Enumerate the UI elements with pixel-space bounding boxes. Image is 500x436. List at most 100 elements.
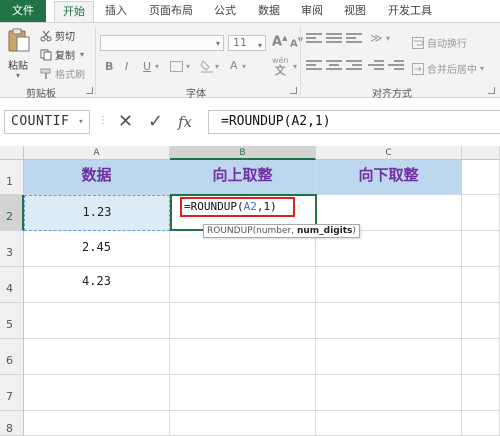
tab-file[interactable]: 文件 [0,0,46,22]
tab-formulas[interactable]: 公式 [214,0,236,22]
cancel-icon[interactable]: ✕ [118,110,133,134]
tab-home[interactable]: 开始 [54,1,94,23]
chevron-down-icon[interactable]: ▾ [78,111,84,133]
cell-d8[interactable] [462,411,500,436]
font-name-combo[interactable]: ▾ [100,35,224,51]
align-middle-icon[interactable] [326,33,342,45]
format-painter-button[interactable]: 格式刷 [40,66,85,81]
cell-a2[interactable]: 1.23 [24,195,170,231]
bold-button[interactable]: B [105,60,113,73]
chevron-down-icon[interactable]: ▾ [215,62,219,71]
cell-b6[interactable] [170,339,316,375]
cell-b4[interactable] [170,267,316,303]
clipboard-dialog-launcher[interactable] [86,87,93,94]
cell-d1[interactable] [462,160,500,195]
copy-button[interactable]: 复制 ▾ [40,47,84,62]
decrease-indent-icon[interactable] [368,60,384,72]
cell-d4[interactable] [462,267,500,303]
column-header-d[interactable] [462,146,500,160]
align-center-icon[interactable] [326,60,342,72]
tooltip-suffix: ) [352,226,356,236]
cell-b5[interactable] [170,303,316,339]
tab-review[interactable]: 审阅 [301,0,323,22]
chevron-down-icon[interactable]: ▾ [155,62,159,71]
chevron-down-icon[interactable]: ▾ [80,50,84,59]
cell-a1[interactable]: 数据 [24,160,170,195]
align-top-icon[interactable] [306,33,322,45]
column-header-b[interactable]: B [170,146,316,160]
tab-page-layout[interactable]: 页面布局 [149,0,193,22]
alignment-dialog-launcher[interactable] [488,87,495,94]
formula-input[interactable]: =ROUNDUP(A2,1) [208,110,500,134]
align-left-icon[interactable] [306,60,322,72]
cell-d6[interactable] [462,339,500,375]
paste-label[interactable]: 粘贴 [8,57,28,72]
cell-b7[interactable] [170,375,316,411]
cell-b1[interactable]: 向上取整 [170,160,316,195]
cut-button[interactable]: 剪切 [40,28,75,43]
italic-button[interactable]: I [125,60,128,73]
cell-a5[interactable] [24,303,170,339]
cell-a8[interactable] [24,411,170,436]
row-header-5[interactable]: 5 [0,303,24,339]
cell-d2[interactable] [462,195,500,231]
cell-a4[interactable]: 4.23 [24,267,170,303]
wrap-text-button[interactable]: 自动换行 [412,35,467,50]
underline-button[interactable]: U [143,60,151,73]
chevron-down-icon[interactable]: ▾ [480,64,484,73]
grow-font-icon[interactable]: A▲ [272,34,287,49]
cell-c8[interactable] [316,411,462,436]
shrink-font-icon[interactable]: A▼ [290,36,303,49]
cell-b8[interactable] [170,411,316,436]
font-color-icon[interactable]: A [230,59,238,72]
cell-c4[interactable] [316,267,462,303]
font-dialog-launcher[interactable] [290,87,297,94]
phonetic-guide-button[interactable]: wén 文 [272,56,289,77]
tab-developer[interactable]: 开发工具 [388,0,432,22]
cell-a7[interactable] [24,375,170,411]
tab-view[interactable]: 视图 [344,0,366,22]
select-all-corner[interactable] [0,146,24,160]
cell-d7[interactable] [462,375,500,411]
copy-label: 复制 [55,51,75,62]
align-right-icon[interactable] [346,60,362,72]
tab-data[interactable]: 数据 [258,0,280,22]
font-size-combo[interactable]: 11 ▾ [228,35,266,51]
row-header-1[interactable]: 1 [0,160,24,195]
row-header-6[interactable]: 6 [0,339,24,375]
row-header-8[interactable]: 8 [0,411,24,436]
group-divider [95,27,96,95]
row-header-3[interactable]: 3 [0,231,24,267]
chevron-down-icon[interactable]: ▾ [386,34,390,43]
chevron-down-icon[interactable]: ▾ [16,71,20,80]
align-bottom-icon[interactable] [346,33,362,45]
orientation-icon[interactable]: ≫ [370,31,383,45]
cell-d3[interactable] [462,231,500,267]
chevron-down-icon[interactable]: ▾ [242,62,246,71]
cell-c7[interactable] [316,375,462,411]
cell-c6[interactable] [316,339,462,375]
border-icon[interactable] [170,61,183,72]
cell-c1[interactable]: 向下取整 [316,160,462,195]
cell-a3[interactable]: 2.45 [24,231,170,267]
chevron-down-icon[interactable]: ▾ [293,62,297,71]
name-box[interactable]: COUNTIF ▾ [4,110,90,134]
row-header-2[interactable]: 2 [0,195,24,231]
merge-center-button[interactable]: 合并后居中 ▾ [412,61,484,76]
formula-edit-highlight[interactable]: =ROUNDUP(A2,1) [180,197,295,217]
column-header-c[interactable]: C [316,146,462,160]
paste-button[interactable] [6,27,32,55]
chevron-down-icon[interactable]: ▾ [186,62,190,71]
cell-d5[interactable] [462,303,500,339]
tab-insert[interactable]: 插入 [105,0,127,22]
column-header-a[interactable]: A [24,146,170,160]
row-header-4[interactable]: 4 [0,267,24,303]
enter-icon[interactable]: ✓ [148,110,163,134]
insert-function-icon[interactable]: fx [178,110,192,134]
function-tooltip[interactable]: ROUNDUP(number, num_digits) [203,224,360,238]
cell-a6[interactable] [24,339,170,375]
fill-color-icon[interactable] [200,59,214,73]
increase-indent-icon[interactable] [388,60,404,72]
cell-c5[interactable] [316,303,462,339]
row-header-7[interactable]: 7 [0,375,24,411]
